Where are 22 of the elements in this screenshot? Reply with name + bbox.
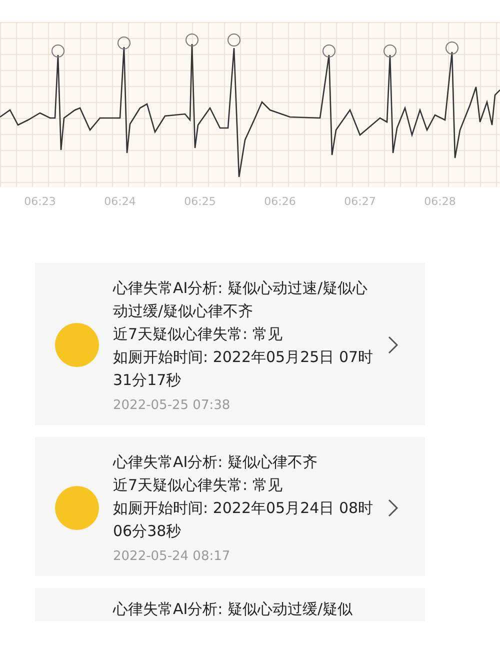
record-card[interactable]: 心律失常AI分析: 疑似心动过速/疑似心动过缓/疑似心律不齐 近7天疑似心律失常: 常见 如厕开始时间: 2022年05月25日 07时31分17秒 2022-05-25 07:38	[35, 263, 425, 425]
time-label: 06:26	[263, 194, 297, 208]
analysis-text: 心律失常AI分析: 疑似心律不齐	[113, 452, 319, 473]
frequency-text: 近7天疑似心律失常: 常见	[113, 475, 284, 496]
record-card[interactable]: 心律失常AI分析: 疑似心动过缓/疑似	[35, 588, 425, 621]
time-label: 06:24	[103, 194, 137, 208]
start-time-text: 如厕开始时间: 2022年05月25日 07时31分17秒	[113, 347, 374, 391]
status-dot	[55, 323, 99, 367]
time-label: 06:23	[23, 194, 57, 208]
record-date: 2022-05-25 07:38	[113, 398, 232, 413]
time-label: 06:25	[183, 194, 217, 208]
analysis-text: 心律失常AI分析: 疑似心动过速/疑似心动过缓/疑似心律不齐	[113, 278, 369, 322]
status-dot	[55, 486, 99, 530]
time-label: 06:27	[343, 194, 377, 208]
time-label: 06:28	[423, 194, 457, 208]
start-time-text: 如厕开始时间: 2022年05月24日 08时06分38秒	[113, 498, 374, 542]
frequency-text: 近7天疑似心律失常: 常见	[113, 324, 284, 345]
record-card[interactable]: 心律失常AI分析: 疑似心律不齐 近7天疑似心律失常: 常见 如厕开始时间: 2022年05月24日 08时06分38秒 2022-05-24 08:17	[35, 437, 425, 576]
chevron-icon[interactable]	[387, 498, 399, 518]
chevron-icon[interactable]	[387, 335, 399, 355]
analysis-text: 心律失常AI分析: 疑似心动过缓/疑似	[113, 599, 354, 620]
record-date: 2022-05-24 08:17	[113, 549, 232, 564]
